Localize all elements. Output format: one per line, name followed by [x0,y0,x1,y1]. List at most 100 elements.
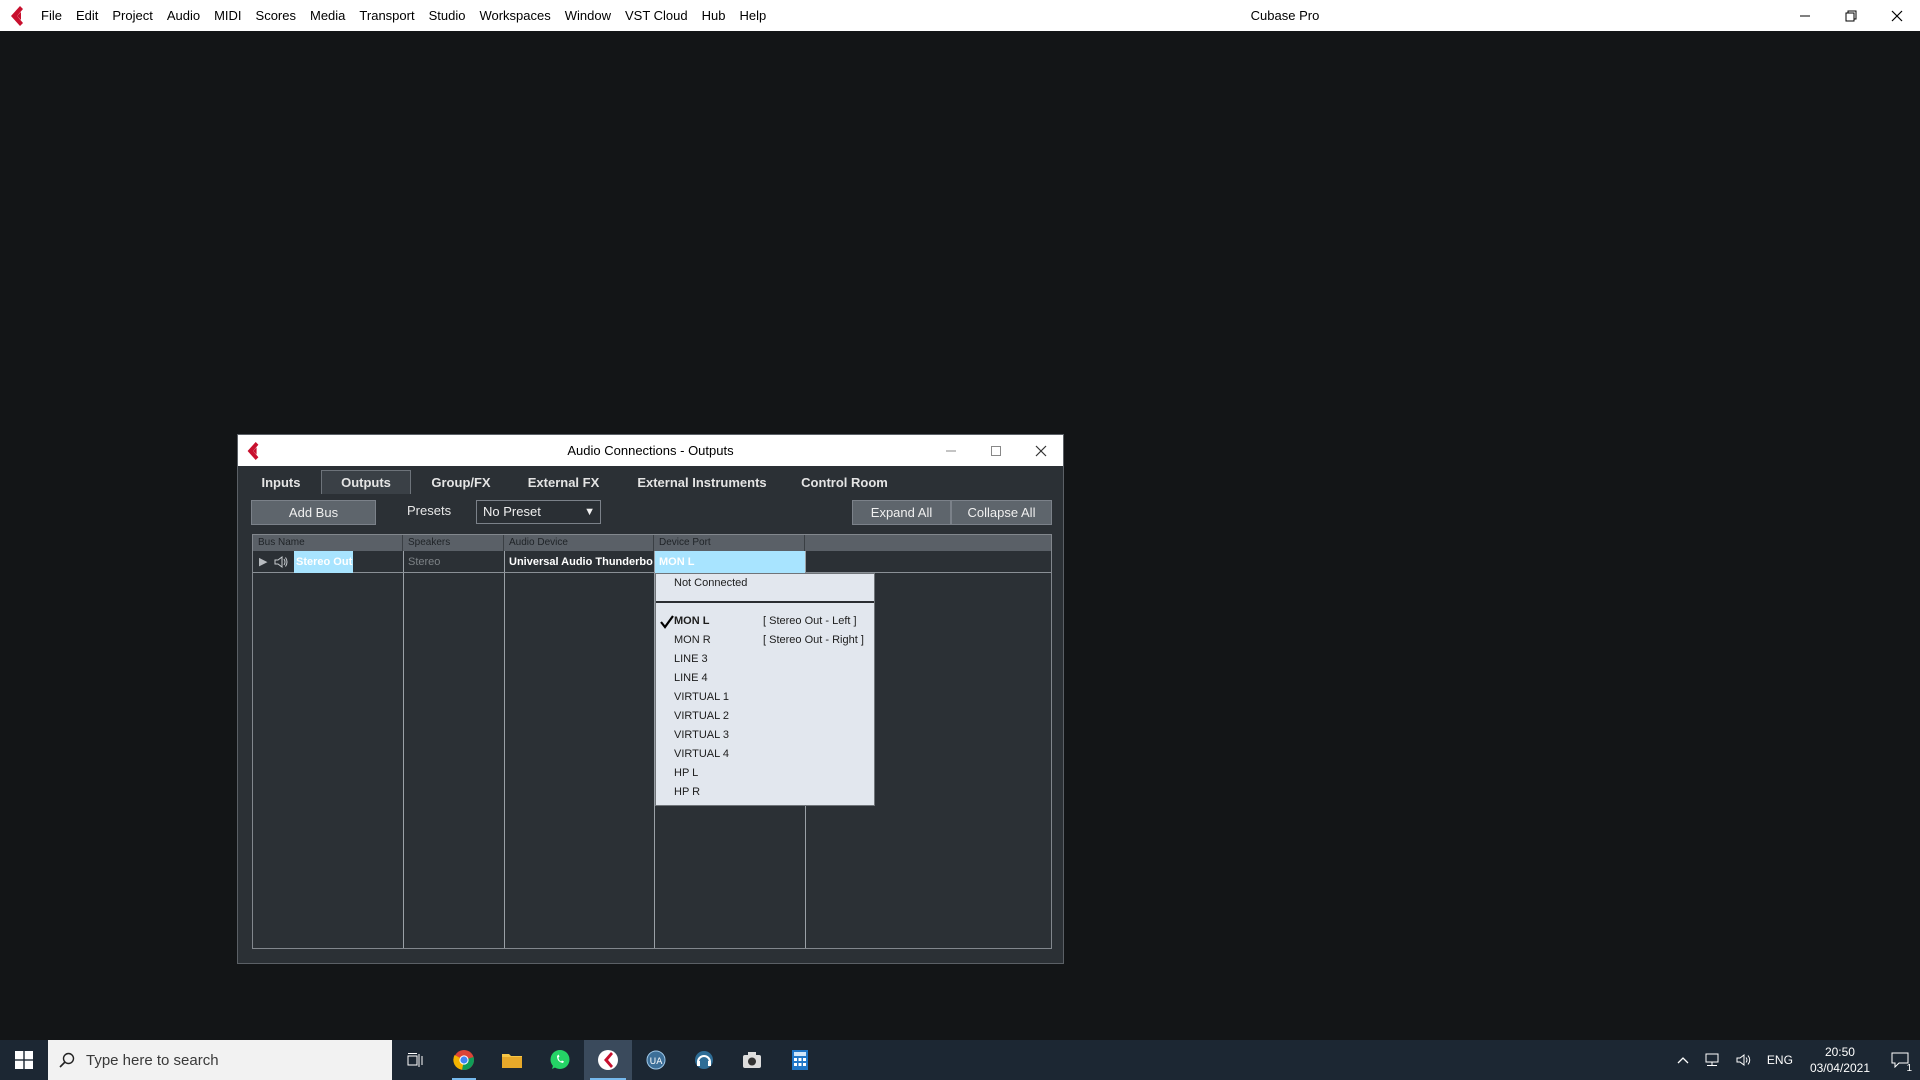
menu-help[interactable]: Help [733,0,774,31]
dialog-close-button[interactable] [1018,435,1063,466]
menu-separator [656,601,874,603]
menu-transport[interactable]: Transport [352,0,421,31]
menu-edit[interactable]: Edit [69,0,105,31]
speakers-value[interactable]: Stereo [408,551,502,573]
tab-inputs[interactable]: Inputs [241,470,321,494]
menu-item-port[interactable]: MON R [ Stereo Out - Right ] [656,631,874,650]
menu-bar: File Edit Project Audio MIDI Scores Medi… [34,0,773,31]
restore-button[interactable] [1828,0,1874,31]
menu-item-label: Not Connected [674,577,748,589]
tab-group-fx[interactable]: Group/FX [411,470,511,494]
expand-all-button[interactable]: Expand All [852,500,951,525]
audio-connections-dialog: Audio Connections - Outputs Inputs Outpu… [237,434,1064,964]
column-divider [403,551,404,948]
start-button[interactable] [0,1040,48,1080]
tab-outputs[interactable]: Outputs [321,470,411,494]
minimize-button[interactable] [1782,0,1828,31]
windows-taskbar: Type here to search UA ENG 20:50 03/04/2… [0,1040,1920,1080]
close-button[interactable] [1874,0,1920,31]
system-tray: ENG 20:50 03/04/2021 1 [1670,1040,1920,1080]
notification-center-button[interactable]: 1 [1880,1040,1920,1080]
column-device-port[interactable]: Device Port [654,535,805,551]
search-icon [48,1052,86,1068]
dropdown-arrow-icon: ▼ [584,506,595,518]
menu-item-port[interactable]: VIRTUAL 2 [656,707,874,726]
menu-vst-cloud[interactable]: VST Cloud [618,0,695,31]
menu-project[interactable]: Project [105,0,159,31]
column-speakers[interactable]: Speakers [403,535,504,551]
menu-file[interactable]: File [34,0,69,31]
device-port-selector[interactable]: MON L [655,551,805,573]
language-indicator[interactable]: ENG [1760,1053,1800,1067]
table-row[interactable]: ▶ Stereo Out Stereo Universal Audio Thun… [253,551,1051,573]
notification-count: 1 [1906,1063,1912,1074]
menu-item-label: VIRTUAL 1 [674,691,730,703]
menu-item-label: HP L [674,767,699,779]
chrome-icon[interactable] [440,1040,488,1080]
add-bus-button[interactable]: Add Bus [251,500,376,525]
dialog-title-bar[interactable]: Audio Connections - Outputs [238,435,1063,466]
menu-item-label: MON R [674,634,711,646]
dialog-minimize-button[interactable] [928,435,973,466]
menu-item-label: HP R [674,786,701,798]
cubase-icon[interactable] [584,1040,632,1080]
menu-item-port[interactable]: HP R [656,783,874,802]
restore-icon [1845,10,1857,21]
menu-item-port[interactable]: VIRTUAL 4 [656,745,874,764]
menu-workspaces[interactable]: Workspaces [472,0,557,31]
menu-item-label: VIRTUAL 2 [674,710,730,722]
preset-value: No Preset [483,504,541,519]
audio-device-value[interactable]: Universal Audio Thunderbol [509,551,653,573]
volume-icon[interactable] [1728,1053,1760,1067]
whatsapp-icon[interactable] [536,1040,584,1080]
dialog-toolbar: Add Bus Presets No Preset ▼ Expand All C… [238,497,1063,531]
menu-scores[interactable]: Scores [249,0,303,31]
preset-select[interactable]: No Preset ▼ [476,500,601,524]
minimize-icon [945,450,956,451]
menu-item-port[interactable]: HP L [656,764,874,783]
task-view-icon[interactable] [392,1040,440,1080]
column-bus-name[interactable]: Bus Name [253,535,403,551]
expand-arrow-icon[interactable]: ▶ [259,551,271,573]
clock-date: 03/04/2021 [1809,1061,1870,1075]
menu-hub[interactable]: Hub [695,0,733,31]
menu-media[interactable]: Media [303,0,352,31]
collapse-all-button[interactable]: Collapse All [951,500,1052,525]
menu-item-port[interactable]: LINE 3 [656,650,874,669]
menu-item-port[interactable]: LINE 4 [656,669,874,688]
menu-item-port[interactable]: VIRTUAL 3 [656,726,874,745]
cubase-logo-icon[interactable] [0,0,34,31]
column-audio-device[interactable]: Audio Device [504,535,654,551]
bus-name-field[interactable]: Stereo Out [294,551,353,573]
calculator-icon[interactable] [776,1040,824,1080]
menu-audio[interactable]: Audio [160,0,207,31]
tab-external-fx[interactable]: External FX [511,470,616,494]
menu-studio[interactable]: Studio [422,0,473,31]
menu-item-assignment: [ Stereo Out - Left ] [763,615,857,627]
maximize-icon [990,445,1001,456]
menu-midi[interactable]: MIDI [207,0,248,31]
clock[interactable]: 20:50 03/04/2021 [1800,1044,1880,1076]
menu-item-label: VIRTUAL 3 [674,729,730,741]
taskbar-search-box[interactable]: Type here to search [48,1040,392,1080]
tab-bar: Inputs Outputs Group/FX External FX Exte… [241,470,901,494]
network-icon[interactable] [1696,1053,1728,1067]
camera-app-icon[interactable] [728,1040,776,1080]
menu-window[interactable]: Window [558,0,618,31]
windows-icon [15,1051,33,1069]
menu-item-not-connected[interactable]: Not Connected [656,574,874,593]
close-icon [1035,445,1046,456]
menu-item-port[interactable]: MON L [ Stereo Out - Left ] [656,612,874,631]
dialog-maximize-button[interactable] [973,435,1018,466]
file-explorer-icon[interactable] [488,1040,536,1080]
headset-app-icon[interactable] [680,1040,728,1080]
tab-control-room[interactable]: Control Room [788,470,901,494]
chevron-up-icon[interactable] [1670,1056,1696,1064]
app-title: Cubase Pro [1250,8,1320,23]
table-header: Bus Name Speakers Audio Device Device Po… [253,535,1051,551]
menu-item-port[interactable]: VIRTUAL 1 [656,688,874,707]
cubase-logo-icon [238,435,268,466]
audio-app-icon[interactable]: UA [632,1040,680,1080]
tab-external-instruments[interactable]: External Instruments [616,470,788,494]
menu-item-assignment: [ Stereo Out - Right ] [763,634,864,646]
